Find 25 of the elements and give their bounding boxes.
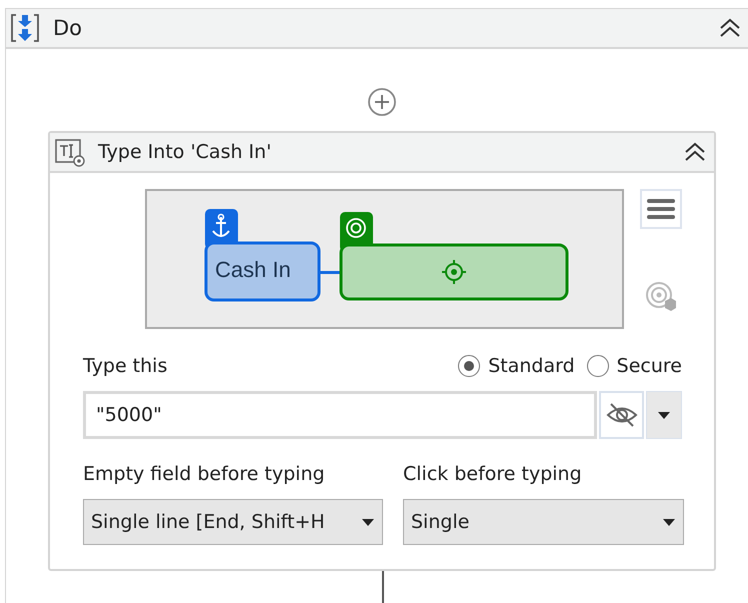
empty-field-select[interactable]: Single line [End, Shift+H bbox=[83, 499, 383, 545]
mode-radio[interactable]: Secure bbox=[586, 355, 682, 377]
text-input-field[interactable]: "5000" bbox=[83, 391, 598, 439]
menu-button[interactable] bbox=[640, 189, 682, 229]
collapse-icon[interactable] bbox=[684, 142, 706, 162]
sequence-icon bbox=[9, 13, 41, 43]
visibility-button[interactable] bbox=[599, 391, 644, 439]
click-label: Click before typing bbox=[403, 463, 583, 485]
caret-icon bbox=[663, 518, 675, 526]
mode-radio[interactable]: Standard bbox=[458, 355, 575, 377]
anchor-label: Cash In bbox=[215, 257, 291, 283]
empty-field-label: Empty field before typing bbox=[83, 463, 326, 485]
menu-icon bbox=[647, 197, 675, 221]
activity-title: Type Into 'Cash In' bbox=[98, 141, 272, 163]
click-select[interactable]: Single bbox=[403, 499, 684, 545]
sequence-title: Do bbox=[53, 16, 84, 40]
caret-icon bbox=[362, 518, 374, 526]
eye-off-icon bbox=[606, 402, 638, 428]
type-into-icon bbox=[54, 137, 86, 167]
caret-icon bbox=[658, 412, 670, 418]
connector-line bbox=[320, 271, 340, 274]
add-activity-icon[interactable] bbox=[367, 87, 397, 117]
type-this-label: Type this bbox=[83, 355, 168, 377]
collapse-icon[interactable] bbox=[719, 18, 741, 38]
options-dropdown-button[interactable] bbox=[646, 391, 682, 439]
